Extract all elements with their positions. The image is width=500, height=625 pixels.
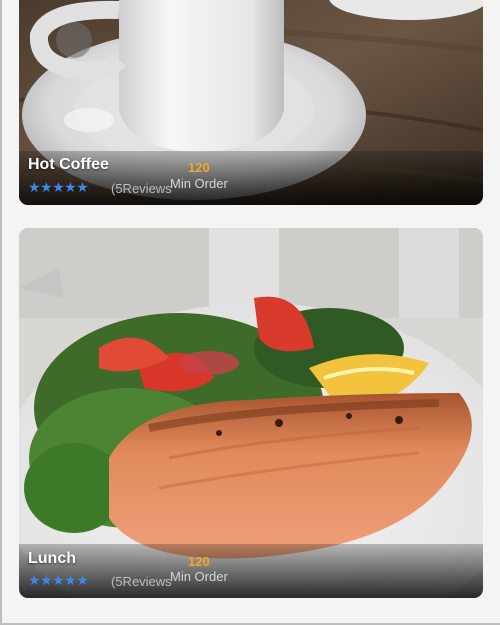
price-value: 120 [188,554,210,569]
min-order-label: Min Order [170,569,228,584]
price-value: 120 [188,160,210,175]
card-title: Lunch [28,550,76,567]
food-card-hot-coffee[interactable]: Hot Coffee ★★★★★ (5Reviews 120 Min Order [19,0,483,205]
rating-stars: ★★★★★ [28,572,89,588]
card-title: Hot Coffee [28,156,109,173]
min-order-label: Min Order [170,176,228,191]
review-count: (5Reviews [111,574,172,589]
lunch-image [19,228,483,598]
card-caption-overlay [19,544,483,598]
review-count: (5Reviews [111,181,172,196]
rating-stars: ★★★★★ [28,179,89,195]
food-card-lunch[interactable]: Lunch ★★★★★ (5Reviews 120 Min Order [19,228,483,598]
